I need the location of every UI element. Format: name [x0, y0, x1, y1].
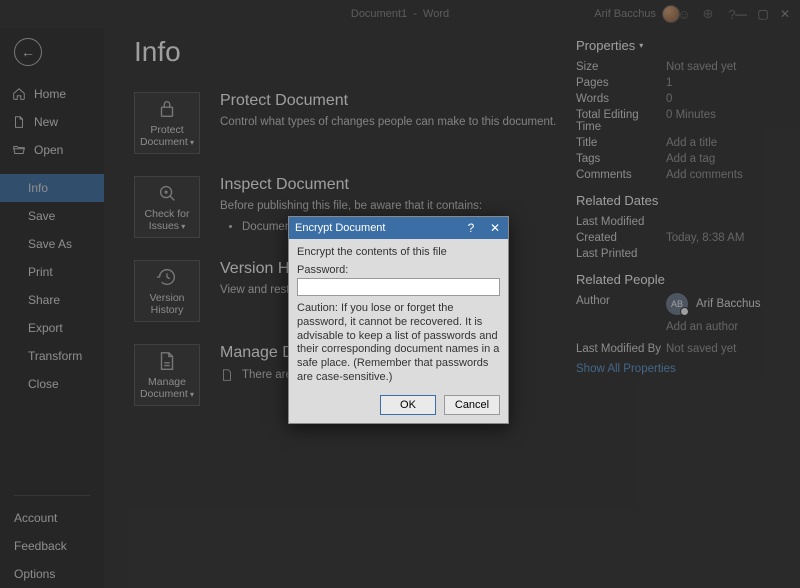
ok-button[interactable]: OK: [380, 395, 436, 415]
dialog-body: Encrypt the contents of this file Passwo…: [289, 239, 508, 423]
cancel-button[interactable]: Cancel: [444, 395, 500, 415]
dialog-caution-text: Caution: If you lose or forget the passw…: [297, 302, 500, 385]
dialog-close-button[interactable]: ✕: [488, 221, 502, 235]
password-label: Password:: [297, 264, 500, 276]
app-root: Document1 - Word Arif Bacchus ☺ ⊕ ? — ▢ …: [0, 0, 800, 588]
dialog-instruction: Encrypt the contents of this file: [297, 246, 500, 258]
dialog-help-button[interactable]: ?: [464, 221, 478, 235]
dialog-titlebar[interactable]: Encrypt Document ? ✕: [289, 217, 508, 239]
dialog-title-text: Encrypt Document: [295, 222, 385, 234]
password-input[interactable]: [297, 278, 500, 296]
encrypt-document-dialog: Encrypt Document ? ✕ Encrypt the content…: [288, 216, 509, 424]
